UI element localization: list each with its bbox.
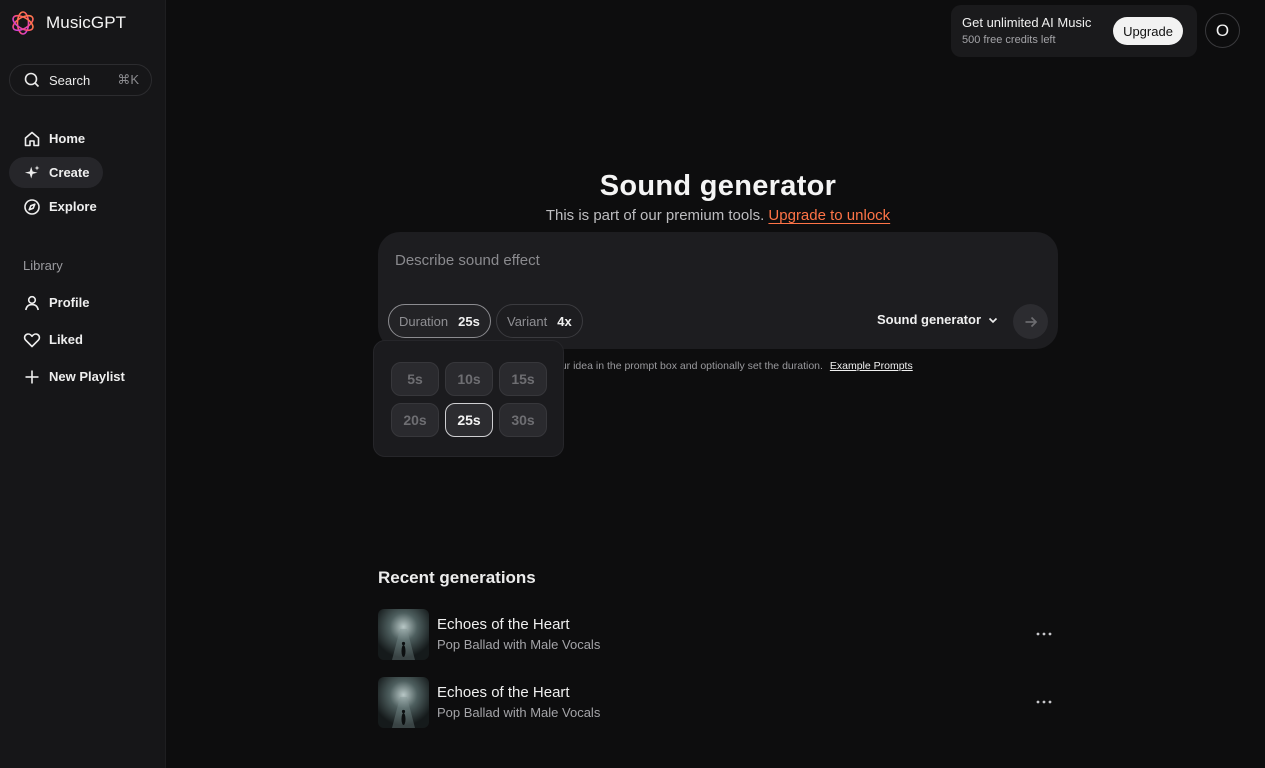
prompt-box: Duration 25s Variant 4x Sound generator: [378, 232, 1058, 349]
track-title: Echoes of the Heart: [437, 684, 570, 701]
duration-label: Duration: [399, 313, 449, 329]
sidebar-item-label: Home: [49, 131, 86, 146]
subtitle-text: This is part of our premium tools.: [545, 207, 765, 224]
search-button[interactable]: Search ⌘K: [9, 64, 152, 96]
flower-logo-icon: [12, 11, 34, 35]
upgrade-promo: Get unlimited AI Music 500 free credits …: [951, 5, 1197, 57]
duration-option-selected[interactable]: 25s: [445, 403, 493, 437]
brand[interactable]: MusicGPT: [9, 9, 126, 37]
sidebar-item-label: Liked: [49, 332, 83, 347]
plus-icon: [25, 370, 39, 383]
list-item[interactable]: Echoes of the Heart Pop Ballad with Male…: [378, 609, 1058, 661]
duration-option[interactable]: 15s: [499, 362, 547, 396]
track-subtitle: Pop Ballad with Male Vocals: [437, 637, 601, 652]
sidebar-item-create[interactable]: Create: [9, 157, 104, 188]
duration-option[interactable]: 5s: [391, 362, 439, 396]
more-options-button[interactable]: [1030, 621, 1058, 647]
example-prompts-link[interactable]: Example Prompts: [830, 360, 913, 372]
hint-text: our idea in the prompt box and optionall…: [555, 360, 823, 372]
model-label: Sound generator: [877, 312, 982, 327]
model-select[interactable]: Sound generator: [877, 312, 999, 327]
compass-icon: [24, 198, 40, 215]
sidebar-item-profile[interactable]: Profile: [9, 287, 103, 318]
cover-art: [378, 677, 429, 728]
duration-option[interactable]: 20s: [391, 403, 439, 437]
sidebar-item-home[interactable]: Home: [9, 123, 99, 154]
duration-chip[interactable]: Duration 25s: [388, 304, 491, 338]
page-subtitle: This is part of our premium tools. Upgra…: [378, 207, 1058, 224]
sidebar-item-explore[interactable]: Explore: [9, 191, 111, 222]
brand-name: MusicGPT: [46, 13, 127, 32]
upgrade-link[interactable]: Upgrade to unlock: [768, 207, 890, 224]
sidebar-item-label: Profile: [49, 295, 90, 310]
chevron-down-icon: [988, 317, 998, 323]
credits-left: 500 free credits left: [962, 34, 1056, 46]
variant-chip[interactable]: Variant 4x: [496, 304, 583, 338]
upgrade-button[interactable]: Upgrade: [1113, 17, 1183, 45]
duration-popover: 5s 10s 15s 20s 25s 30s: [373, 340, 564, 457]
track-title: Echoes of the Heart: [437, 616, 570, 633]
sparkle-icon: [24, 165, 40, 178]
sidebar: MusicGPT Search ⌘K Home Create Explore L…: [0, 0, 166, 768]
sidebar-item-label: Explore: [49, 199, 97, 214]
sidebar-item-new-playlist[interactable]: New Playlist: [9, 361, 139, 392]
sidebar-item-liked[interactable]: Liked: [9, 324, 97, 355]
search-label: Search: [49, 72, 91, 88]
search-shortcut: ⌘K: [117, 72, 139, 87]
promo-title: Get unlimited AI Music: [962, 15, 1092, 30]
prompt-hint: our idea in the prompt box and optionall…: [555, 360, 913, 372]
more-options-button[interactable]: [1030, 689, 1058, 715]
avatar[interactable]: O: [1205, 13, 1240, 48]
duration-option[interactable]: 30s: [499, 403, 547, 437]
page-title: Sound generator: [599, 170, 837, 202]
duration-value: 25s: [458, 313, 480, 329]
library-heading: Library: [23, 258, 63, 273]
recent-heading: Recent generations: [378, 568, 536, 587]
generate-button[interactable]: [1013, 304, 1048, 339]
track-subtitle: Pop Ballad with Male Vocals: [437, 705, 601, 720]
search-icon: [24, 72, 40, 88]
sound-prompt-input[interactable]: [395, 248, 1035, 272]
more-horizontal-icon: [1036, 700, 1052, 704]
heart-icon: [23, 332, 41, 347]
duration-option[interactable]: 10s: [445, 362, 493, 396]
variant-label: Variant: [507, 313, 548, 329]
variant-value: 4x: [557, 313, 572, 329]
cover-art: [378, 609, 429, 660]
user-icon: [25, 295, 39, 310]
sidebar-item-label: Create: [49, 165, 90, 180]
home-icon: [24, 131, 40, 146]
app-root: MusicGPT Search ⌘K Home Create Explore L…: [0, 0, 1265, 768]
sidebar-item-label: New Playlist: [49, 369, 125, 384]
arrow-right-icon: [1025, 316, 1037, 327]
list-item[interactable]: Echoes of the Heart Pop Ballad with Male…: [378, 677, 1058, 729]
more-horizontal-icon: [1036, 632, 1052, 636]
